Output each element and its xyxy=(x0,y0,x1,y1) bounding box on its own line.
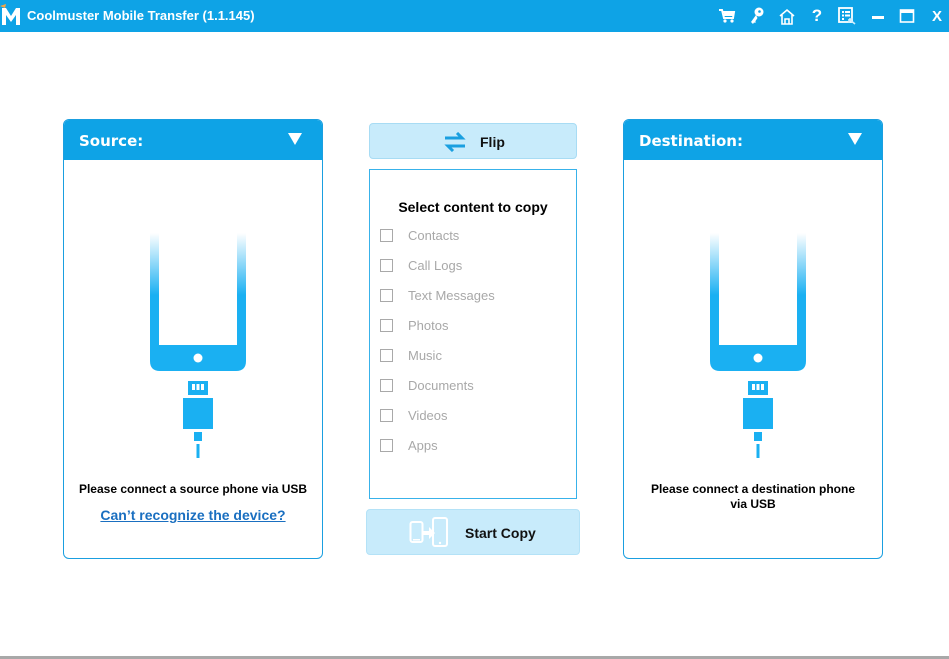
option-apps[interactable]: Apps xyxy=(380,436,438,454)
checkbox[interactable] xyxy=(380,408,393,422)
app-title: Coolmuster Mobile Transfer (1.1.145) xyxy=(27,8,255,23)
key-icon[interactable] xyxy=(746,5,768,27)
feedback-icon[interactable] xyxy=(836,5,858,27)
source-connect-message: Please connect a source phone via USB xyxy=(78,482,308,496)
checkbox[interactable] xyxy=(380,288,393,302)
checkbox[interactable] xyxy=(380,228,393,242)
content-selection-box: Select content to copy Contacts Call Log… xyxy=(369,169,577,499)
chevron-down-icon[interactable] xyxy=(848,133,862,145)
phone-usb-icon xyxy=(710,233,806,458)
source-panel: Source: Please connect a source phone vi… xyxy=(63,119,323,559)
swap-arrows-icon xyxy=(444,132,466,152)
start-copy-button[interactable]: Start Copy xyxy=(366,509,580,555)
option-photos[interactable]: Photos xyxy=(380,316,448,334)
option-videos[interactable]: Videos xyxy=(380,406,448,424)
phone-usb-icon xyxy=(150,233,246,458)
chevron-down-icon[interactable] xyxy=(288,133,302,145)
maximize-icon[interactable] xyxy=(896,5,918,27)
home-icon[interactable] xyxy=(776,5,798,27)
checkbox[interactable] xyxy=(380,348,393,362)
option-call-logs[interactable]: Call Logs xyxy=(380,256,462,274)
select-content-title: Select content to copy xyxy=(398,199,548,215)
minimize-icon[interactable] xyxy=(867,5,889,27)
app-logo-icon xyxy=(0,4,20,25)
option-text-messages[interactable]: Text Messages xyxy=(380,286,495,304)
flip-label: Flip xyxy=(480,134,505,150)
flip-button[interactable]: Flip xyxy=(369,123,577,159)
help-icon[interactable]: ? xyxy=(806,5,828,27)
phone-transfer-icon xyxy=(409,517,448,547)
cart-icon[interactable] xyxy=(716,5,738,27)
cant-recognize-device-link[interactable]: Can’t recognize the device? xyxy=(64,507,322,523)
option-contacts[interactable]: Contacts xyxy=(380,226,459,244)
option-music[interactable]: Music xyxy=(380,346,442,364)
destination-connect-message: Please connect a destination phone via U… xyxy=(650,482,856,511)
close-icon[interactable]: X xyxy=(926,5,948,27)
source-header-label: Source: xyxy=(79,132,144,150)
checkbox[interactable] xyxy=(380,438,393,452)
start-copy-label: Start Copy xyxy=(465,525,536,541)
checkbox[interactable] xyxy=(380,318,393,332)
title-bar: Coolmuster Mobile Transfer (1.1.145) ? X xyxy=(0,0,949,32)
option-documents[interactable]: Documents xyxy=(380,376,474,394)
destination-header-label: Destination: xyxy=(639,132,743,150)
checkbox[interactable] xyxy=(380,378,393,392)
destination-dropdown[interactable]: Destination: xyxy=(624,120,882,160)
checkbox[interactable] xyxy=(380,258,393,272)
source-dropdown[interactable]: Source: xyxy=(64,120,322,160)
destination-panel: Destination: Please connect a destinatio… xyxy=(623,119,883,559)
